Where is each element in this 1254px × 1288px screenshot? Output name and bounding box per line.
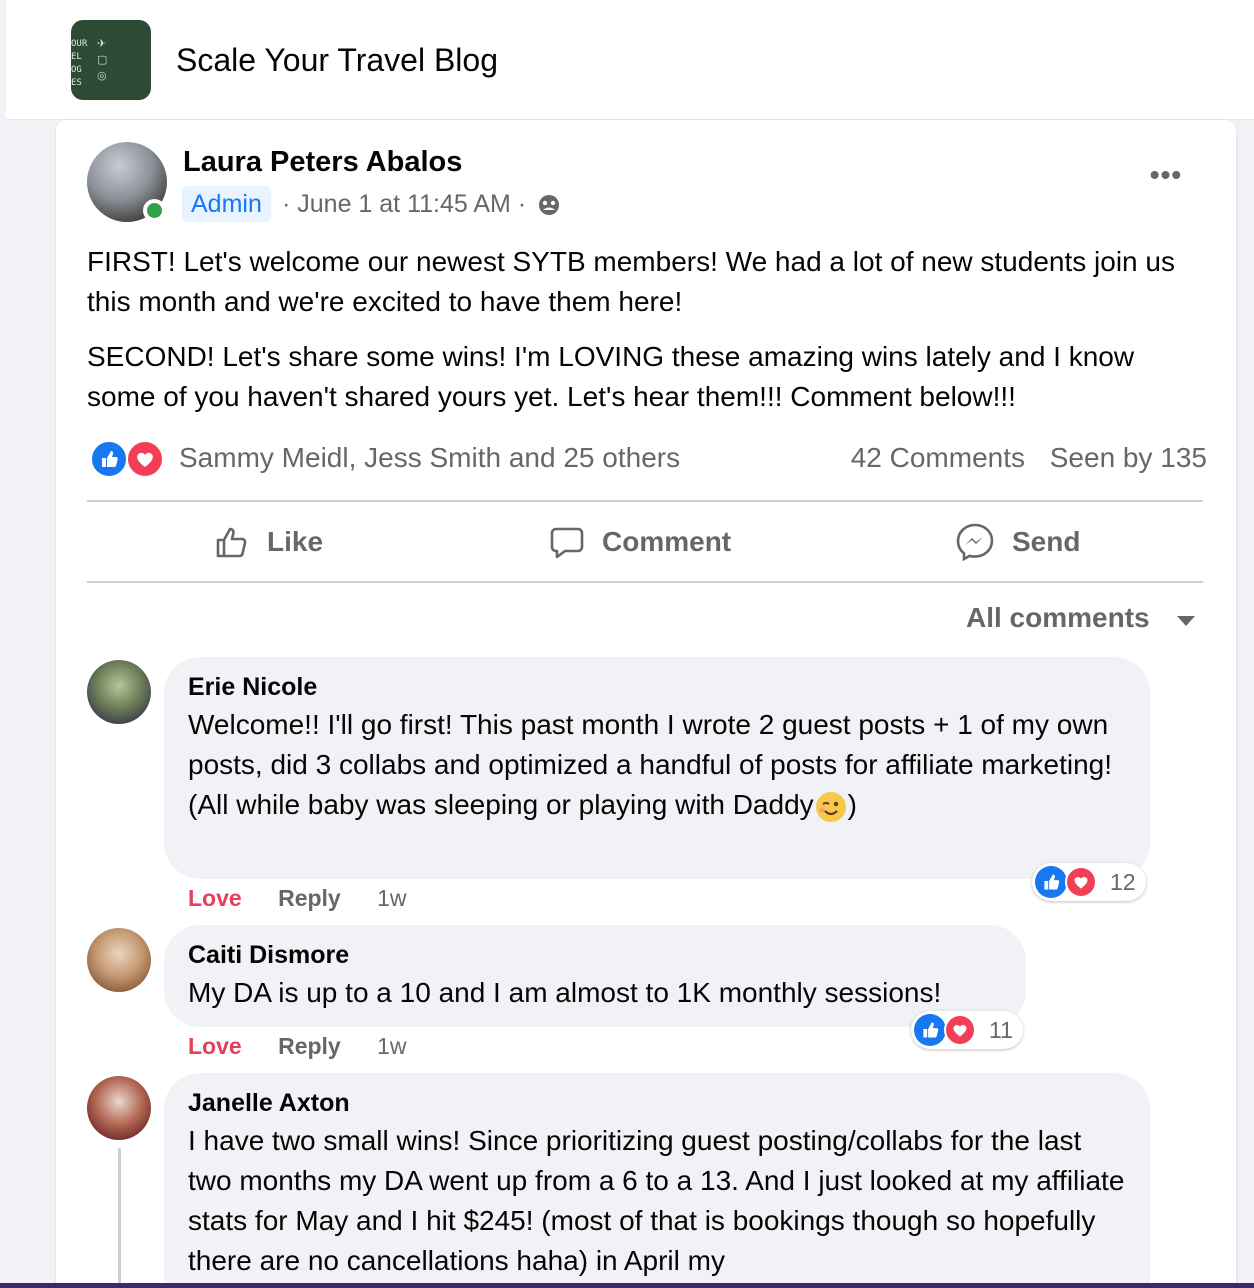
- commenter-avatar[interactable]: [87, 660, 151, 724]
- post-card: Laura Peters Abalos Admin · June 1 at 11…: [56, 120, 1236, 1288]
- commenter-avatar[interactable]: [87, 1076, 151, 1140]
- comment-bubble: Erie Nicole Welcome!! I'll go first! Thi…: [164, 657, 1150, 879]
- send-label: Send: [1012, 526, 1081, 557]
- comment-reactions[interactable]: 12: [1032, 863, 1146, 901]
- reaction-icons: [90, 440, 166, 478]
- post-timestamp[interactable]: · June 1 at 11:45 AM ·: [282, 190, 526, 218]
- like-reaction-icon: [1035, 866, 1067, 898]
- commenter-name[interactable]: Caiti Dismore: [188, 940, 1002, 970]
- reply-thread-line: [118, 1148, 121, 1288]
- love-reaction-icon: [126, 440, 164, 478]
- globe-plane-icon: ✈ ▢ ◎: [97, 38, 108, 82]
- comment-bubble: Janelle Axton I have two small wins! Sin…: [164, 1073, 1150, 1288]
- window-bottom-edge: [0, 1283, 1254, 1288]
- caret-down-icon[interactable]: [1177, 616, 1195, 626]
- group-title[interactable]: Scale Your Travel Blog: [176, 42, 498, 79]
- post-paragraph: SECOND! Let's share some wins! I'm LOVIN…: [87, 341, 1135, 412]
- commenter-avatar[interactable]: [87, 928, 151, 992]
- comment-label: Comment: [602, 526, 732, 557]
- post-reactions-summary[interactable]: Sammy Meidl, Jess Smith and 25 others 42…: [87, 438, 1207, 482]
- comment-bubble-icon: [550, 527, 584, 559]
- comment-time[interactable]: 1w: [377, 1033, 406, 1059]
- love-reaction-icon: [1065, 866, 1097, 898]
- comment-reactions[interactable]: 11: [911, 1011, 1023, 1049]
- group-header: OUR EL OG ES ✈ ▢ ◎ Scale Your Travel Blog: [6, 0, 1254, 120]
- reaction-count: 11: [989, 1017, 1013, 1043]
- comment-text: Welcome!! I'll go first! This past month…: [188, 705, 1126, 825]
- divider: [87, 500, 1203, 502]
- post-meta: · June 1 at 11:45 AM ·: [282, 188, 561, 220]
- online-status-icon: [143, 199, 166, 222]
- like-label: Like: [267, 526, 324, 557]
- divider: [87, 581, 1203, 583]
- reaction-count: 12: [1110, 869, 1136, 895]
- thumbs-up-icon: [216, 527, 247, 558]
- like-reaction-icon: [914, 1014, 946, 1046]
- commenter-name[interactable]: Janelle Axton: [188, 1088, 1126, 1118]
- comment-button[interactable]: Comment: [548, 518, 731, 566]
- comment-filter-dropdown[interactable]: All comments: [966, 602, 1150, 634]
- like-reaction-icon: [90, 440, 128, 478]
- reactors-text[interactable]: Sammy Meidl, Jess Smith and 25 others: [179, 442, 680, 474]
- comment-time[interactable]: 1w: [377, 885, 406, 911]
- like-button[interactable]: Like: [213, 518, 323, 566]
- group-privacy-icon: [539, 195, 560, 216]
- comment-text-end: ): [847, 789, 857, 820]
- messenger-icon: [956, 523, 994, 562]
- post-paragraph: FIRST! Let's welcome our newest SYTB mem…: [87, 246, 1175, 317]
- love-link[interactable]: Love: [188, 885, 242, 911]
- comment-text: My DA is up to a 10 and I am almost to 1…: [188, 977, 942, 1008]
- comment-actions: Love Reply 1w: [188, 885, 437, 912]
- comments-count[interactable]: 42 Comments: [851, 442, 1025, 474]
- comment-text-main: Welcome!! I'll go first! This past month…: [188, 709, 1113, 820]
- admin-badge: Admin: [182, 186, 271, 222]
- comment-actions: Love Reply 1w: [188, 1033, 437, 1060]
- group-logo-text: OUR EL OG ES: [71, 39, 88, 88]
- reply-link[interactable]: Reply: [278, 885, 341, 911]
- more-options-icon[interactable]: •••: [1146, 161, 1186, 192]
- wink-emoji-icon: [815, 791, 846, 822]
- comment-text: I have two small wins! Since prioritizin…: [188, 1125, 1125, 1276]
- reply-link[interactable]: Reply: [278, 1033, 341, 1059]
- author-name[interactable]: Laura Peters Abalos: [183, 146, 462, 179]
- send-button[interactable]: Send: [954, 518, 1080, 566]
- commenter-name[interactable]: Erie Nicole: [188, 672, 1126, 702]
- seen-by[interactable]: Seen by 135: [1050, 442, 1207, 474]
- love-reaction-icon: [944, 1014, 976, 1046]
- comment-bubble: Caiti Dismore My DA is up to a 10 and I …: [164, 925, 1026, 1027]
- love-link[interactable]: Love: [188, 1033, 242, 1059]
- group-logo[interactable]: OUR EL OG ES ✈ ▢ ◎: [71, 20, 151, 100]
